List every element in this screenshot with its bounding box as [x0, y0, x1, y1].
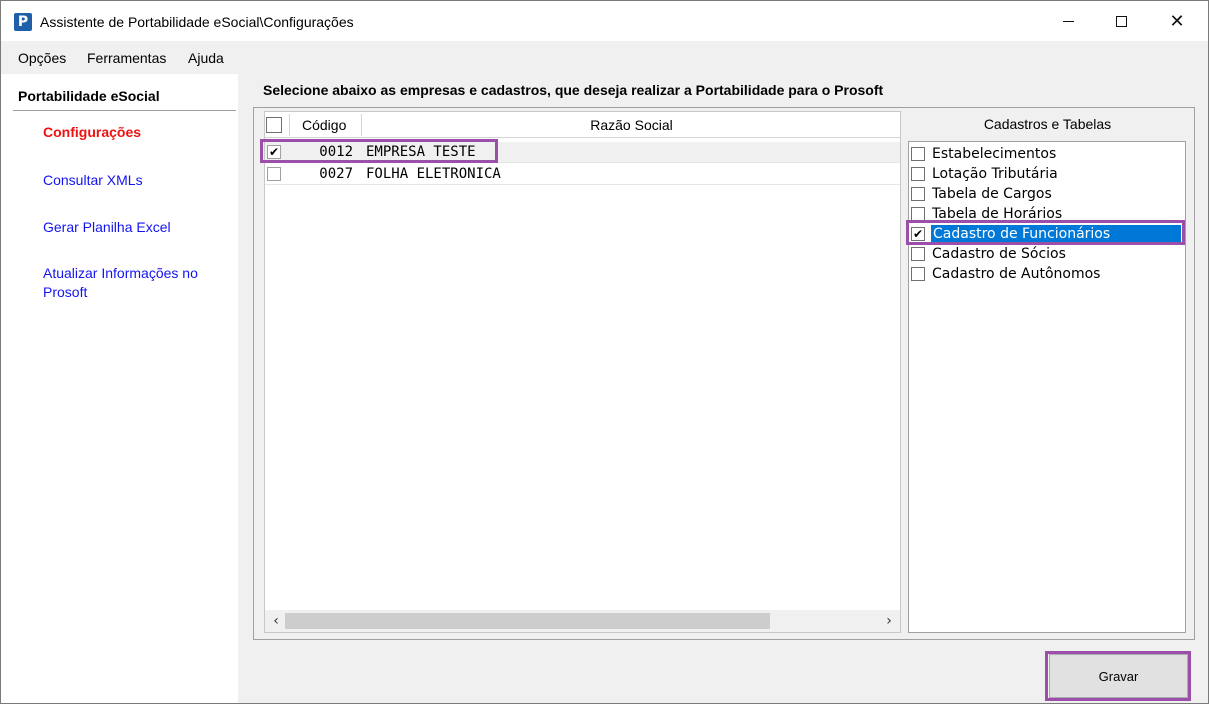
cadastro-checkbox[interactable]: [911, 247, 925, 261]
sidebar-item-atualizar-informacoes[interactable]: Atualizar Informações no Prosoft: [43, 264, 223, 302]
companies-grid: Código Razão Social ✔ 0012 EMPRESA TESTE…: [264, 111, 901, 633]
cadastro-label: Lotação Tributária: [932, 166, 1058, 182]
list-item[interactable]: Tabela de Horários: [911, 204, 1183, 224]
app-window: P Assistente de Portabilidade eSocial\Co…: [0, 0, 1209, 704]
cadastro-label: Estabelecimentos: [932, 146, 1057, 162]
minimize-button[interactable]: [1040, 1, 1096, 41]
scrollbar-thumb[interactable]: [285, 613, 770, 629]
column-header-codigo[interactable]: Código: [302, 116, 346, 134]
row-checkbox[interactable]: ✔: [267, 145, 281, 159]
scroll-right-icon[interactable]: ›: [880, 612, 898, 630]
list-item[interactable]: Tabela de Cargos: [911, 184, 1183, 204]
table-row[interactable]: 0027 FOLHA ELETRONICA: [265, 164, 900, 185]
close-button[interactable]: ✕: [1149, 1, 1205, 41]
sidebar-item-gerar-planilha[interactable]: Gerar Planilha Excel: [43, 218, 223, 237]
cadastro-checkbox[interactable]: [911, 147, 925, 161]
column-divider: [361, 114, 362, 136]
maximize-button[interactable]: [1093, 1, 1149, 41]
cadastro-label: Cadastro de Sócios: [932, 246, 1066, 262]
title-bar: P Assistente de Portabilidade eSocial\Co…: [1, 1, 1208, 41]
horizontal-scrollbar[interactable]: ‹ ›: [265, 610, 900, 632]
grid-header: Código Razão Social: [265, 112, 900, 138]
menu-ferramentas[interactable]: Ferramentas: [87, 49, 166, 67]
cadastro-checkbox[interactable]: [911, 187, 925, 201]
cadastro-label: Cadastro de Funcionários: [931, 225, 1181, 243]
window-title: Assistente de Portabilidade eSocial\Conf…: [40, 14, 354, 30]
sidebar: Portabilidade eSocial Configurações Cons…: [1, 74, 238, 703]
save-button[interactable]: Gravar: [1049, 654, 1188, 698]
cadastro-label: Tabela de Horários: [932, 206, 1063, 222]
list-item[interactable]: Estabelecimentos: [911, 144, 1183, 164]
list-item[interactable]: Cadastro de Sócios: [911, 244, 1183, 264]
menu-opcoes[interactable]: Opções: [18, 49, 66, 67]
menu-bar: Opções Ferramentas Ajuda: [1, 41, 1208, 74]
row-codigo: 0027: [319, 166, 353, 182]
cadastros-title: Cadastros e Tabelas: [983, 116, 1112, 132]
minimize-icon: [1062, 20, 1074, 22]
maximize-icon: [1115, 15, 1127, 27]
column-header-razao-social[interactable]: Razão Social: [363, 116, 900, 134]
cadastro-label: Cadastro de Autônomos: [932, 266, 1101, 282]
cadastro-checkbox[interactable]: [911, 207, 925, 221]
list-item[interactable]: Lotação Tributária: [911, 164, 1183, 184]
close-icon: ✕: [1169, 10, 1185, 32]
instruction-text: Selecione abaixo as empresas e cadastros…: [263, 82, 884, 98]
menu-ajuda[interactable]: Ajuda: [188, 49, 224, 67]
row-checkbox[interactable]: [267, 167, 281, 181]
sidebar-item-consultar-xmls[interactable]: Consultar XMLs: [43, 171, 223, 190]
cadastro-checkbox[interactable]: ✔: [911, 227, 925, 241]
sidebar-item-configuracoes[interactable]: Configurações: [43, 123, 223, 142]
scroll-left-icon[interactable]: ‹: [267, 612, 285, 630]
row-razao-social: FOLHA ELETRONICA: [366, 166, 501, 182]
row-codigo: 0012: [319, 144, 353, 160]
sidebar-header: Portabilidade eSocial: [18, 88, 160, 104]
sidebar-divider: [13, 110, 236, 111]
app-logo-icon: P: [14, 13, 32, 31]
select-all-checkbox[interactable]: [266, 117, 282, 133]
row-razao-social: EMPRESA TESTE: [366, 144, 476, 160]
column-divider: [289, 114, 290, 136]
list-item[interactable]: ✔ Cadastro de Funcionários: [911, 224, 1183, 244]
cadastro-checkbox[interactable]: [911, 167, 925, 181]
list-item[interactable]: Cadastro de Autônomos: [911, 264, 1183, 284]
cadastro-label: Tabela de Cargos: [932, 186, 1052, 202]
table-row[interactable]: ✔ 0012 EMPRESA TESTE: [265, 142, 900, 163]
cadastros-list: Estabelecimentos Lotação Tributária Tabe…: [908, 141, 1186, 633]
cadastro-checkbox[interactable]: [911, 267, 925, 281]
